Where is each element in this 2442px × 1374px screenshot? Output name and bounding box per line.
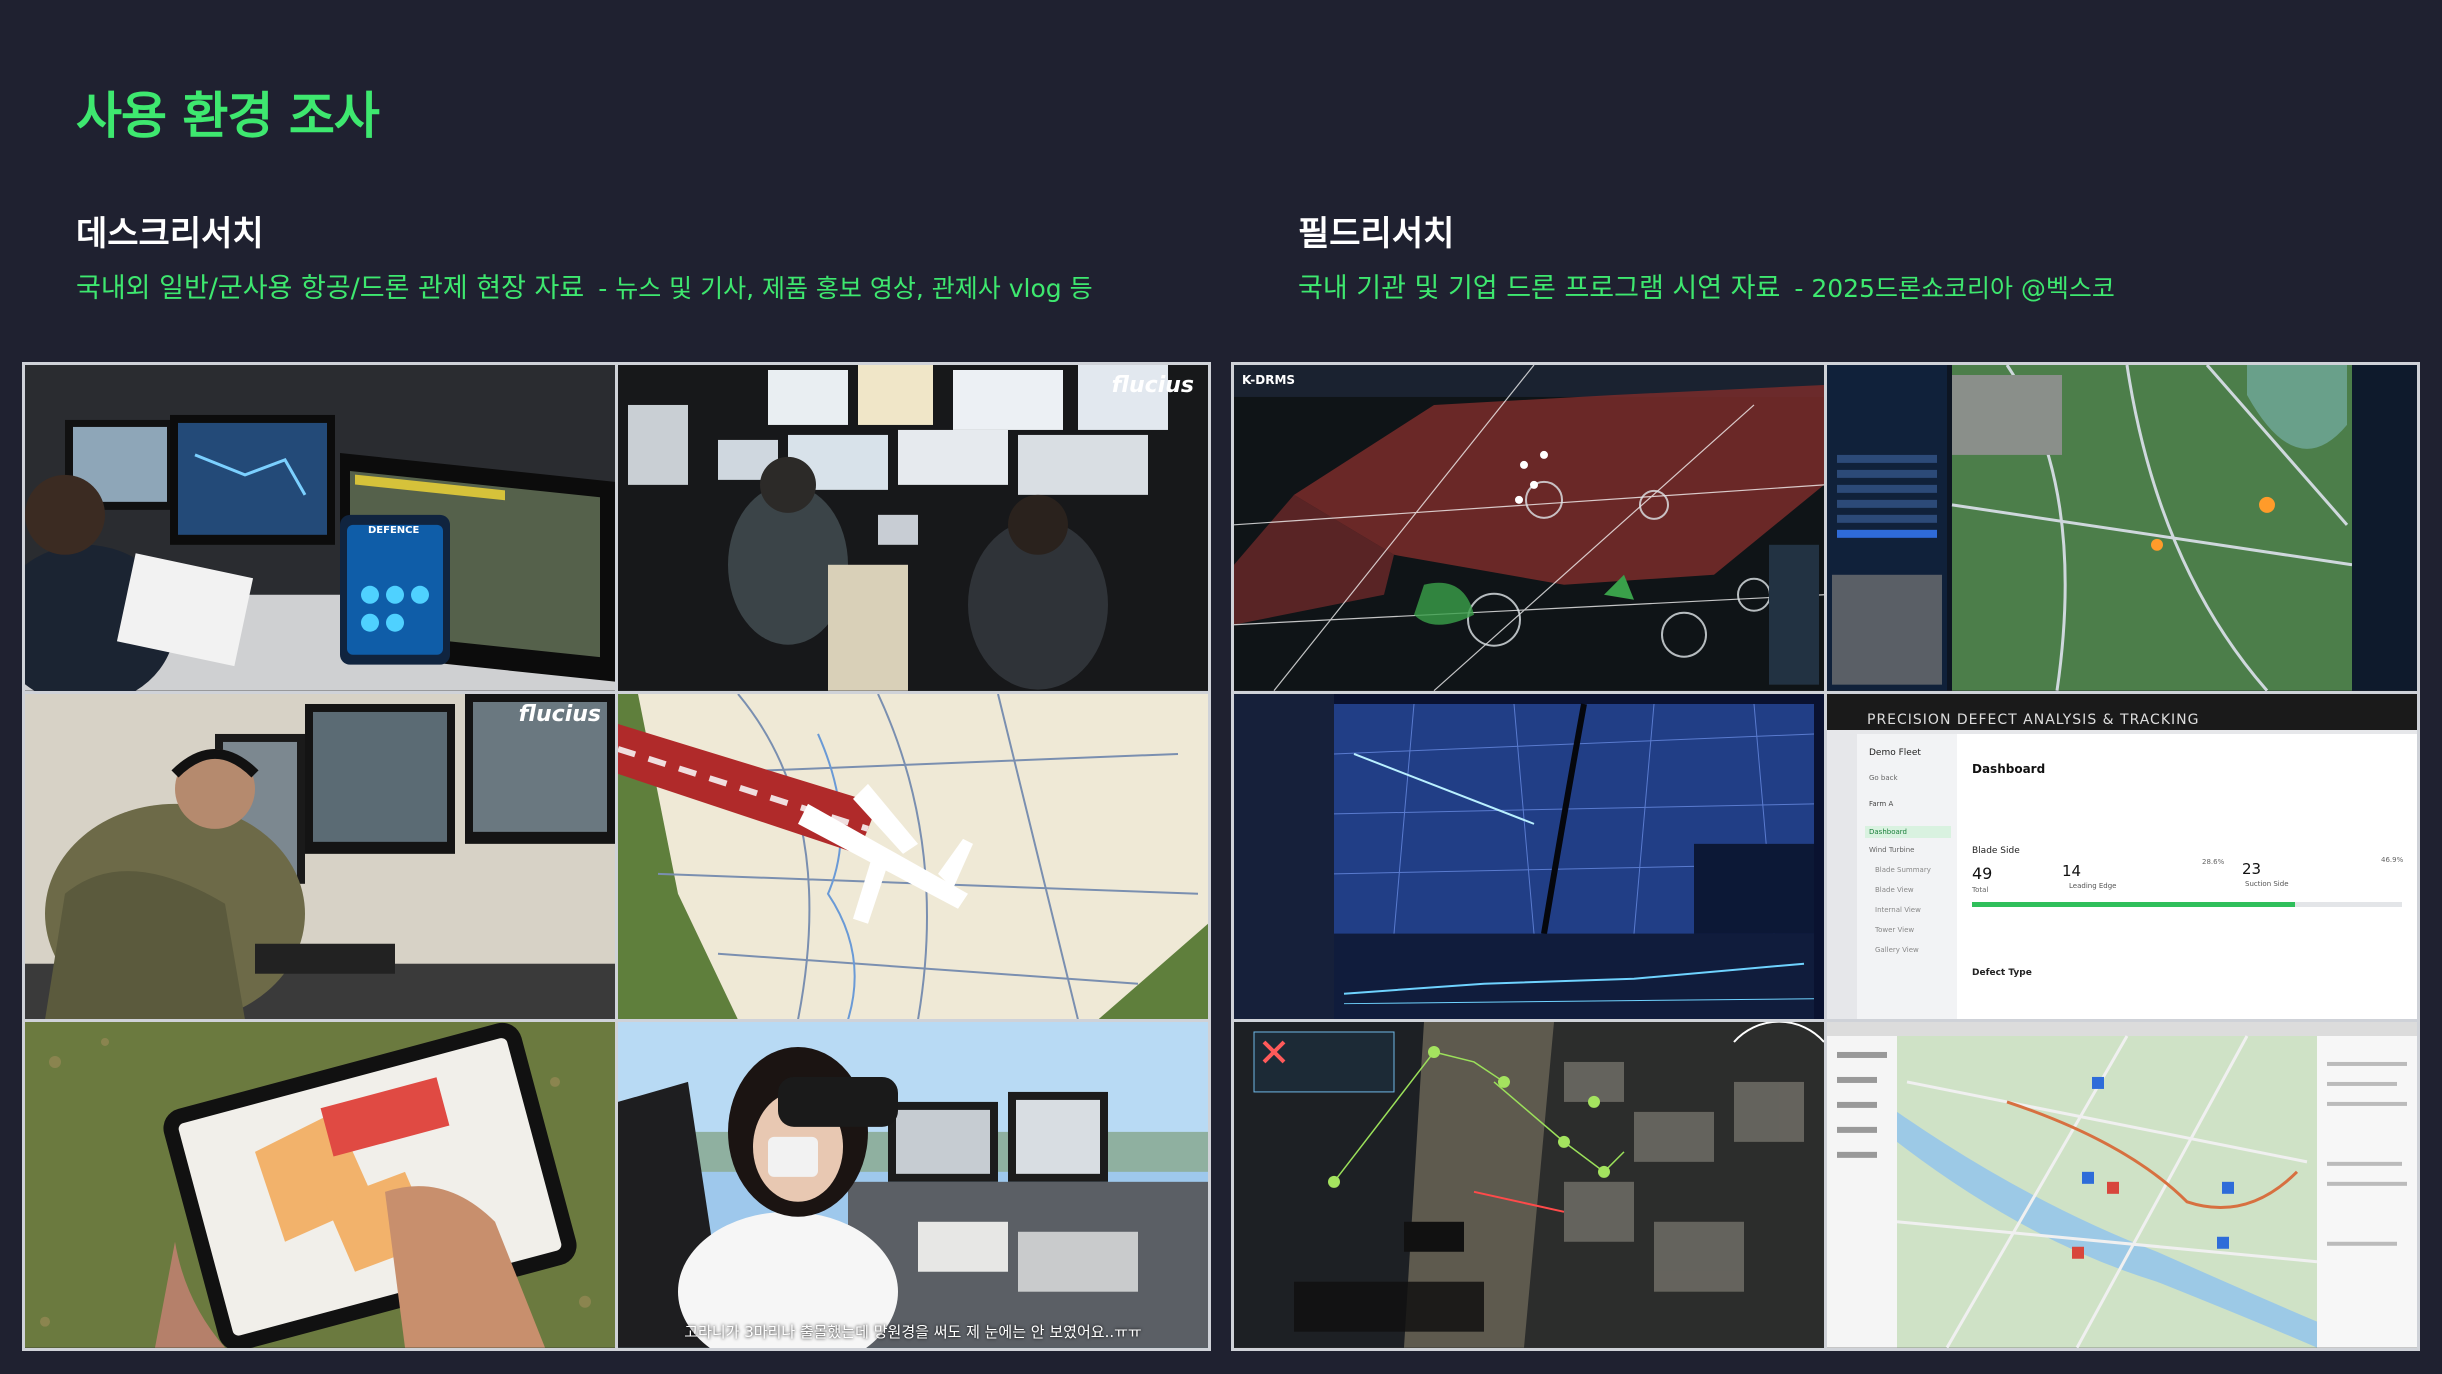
dashboard-sidebar: Demo Fleet Go back Farm A Dashboard Wind…	[1857, 733, 1957, 1020]
kdrms-logo: K-DRMS	[1242, 373, 1296, 387]
desk-research-photo-grid: DEFENCE flucius flucius 고라니가 3마리나 출몰했는데 …	[22, 362, 1211, 1351]
photo-satellite-map-dashboard	[1827, 365, 2417, 691]
desk-research-title: 데스크리서치	[76, 214, 264, 254]
nav-internal-view[interactable]: Internal View	[1875, 906, 1921, 914]
nav-wind-turbine[interactable]: Wind Turbine	[1869, 846, 1914, 854]
total-label: Total	[1972, 885, 1989, 894]
flucius-watermark: flucius	[1111, 373, 1194, 398]
video-subtitle: 고라니가 3마리나 출몰했는데 망원경을 써도 제 눈에는 안 보였어요..ㅠㅠ	[684, 1322, 1142, 1341]
suction-side-value: 23	[2242, 859, 2262, 878]
progress-fill	[1972, 901, 2295, 907]
suction-side-label: Suction Side	[2245, 879, 2289, 888]
desk-research-sub: - 뉴스 및 기사, 제품 홍보 영상, 관제사 vlog 등	[598, 274, 1093, 303]
blade-side-label: Blade Side	[1972, 845, 2020, 856]
leading-edge-label: Leading Edge	[2069, 881, 2117, 890]
page-title: 사용 환경 조사	[76, 87, 380, 145]
photo-kdrms-map-display: K-DRMS	[1234, 365, 1824, 691]
nav-gallery-view[interactable]: Gallery View	[1875, 946, 1919, 954]
photo-tablet-field	[25, 1022, 615, 1348]
nav-farm[interactable]: Farm A	[1869, 800, 1893, 808]
fleet-label: Demo Fleet	[1869, 747, 1921, 758]
photo-tower-controller: 고라니가 3마리나 출몰했는데 망원경을 써도 제 눈에는 안 보였어요..ㅠㅠ	[618, 1022, 1208, 1348]
photo-soldier-operator: flucius	[25, 693, 615, 1020]
dashboard-screen: Demo Fleet Go back Farm A Dashboard Wind…	[1857, 733, 2417, 1020]
photo-defect-dashboard: PRECISION DEFECT ANALYSIS & TRACKING Dem…	[1827, 693, 2417, 1020]
photo-flight-route-map	[618, 693, 1208, 1020]
field-research-desc: 국내 기관 및 기업 드론 프로그램 시연 자료 - 2025드론쇼코리아 @벡스…	[1298, 266, 2115, 305]
nav-tower-view[interactable]: Tower View	[1875, 926, 1914, 934]
pdat-banner: PRECISION DEFECT ANALYSIS & TRACKING	[1867, 711, 2200, 728]
leading-edge-pct: 28.6%	[2202, 857, 2225, 866]
defect-type-label: Defect Type	[1972, 967, 2032, 978]
photo-city-drone-map	[1827, 1022, 2417, 1348]
total-value: 49	[1972, 863, 1993, 883]
progress-track	[1972, 901, 2402, 907]
dashboard-title: Dashboard	[1972, 761, 2046, 776]
suction-side-pct: 46.9%	[2381, 855, 2404, 864]
photo-blue-tactical-map	[1234, 693, 1824, 1020]
nav-blade-view[interactable]: Blade View	[1875, 886, 1914, 894]
field-research-main: 국내 기관 및 기업 드론 프로그램 시연 자료	[1298, 273, 1781, 304]
nav-go-back[interactable]: Go back	[1869, 774, 1898, 782]
nav-dashboard[interactable]: Dashboard	[1865, 825, 1951, 838]
nav-blade-summary[interactable]: Blade Summary	[1875, 866, 1931, 874]
desk-research-main: 국내외 일반/군사용 항공/드론 관제 현장 자료	[76, 273, 585, 304]
flucius-watermark: flucius	[518, 701, 601, 727]
field-research-photo-grid: K-DRMS PRECISION DEFECT ANALYSIS & TRACK…	[1231, 362, 2420, 1351]
field-research-title: 필드리서치	[1298, 214, 1455, 254]
photo-dark-control-room: flucius	[618, 365, 1208, 691]
leading-edge-value: 14	[2062, 861, 2082, 880]
field-research-sub: - 2025드론쇼코리아 @벡스코	[1794, 274, 2115, 303]
desk-research-desc: 국내외 일반/군사용 항공/드론 관제 현장 자료 - 뉴스 및 기사, 제품 홍…	[76, 266, 1093, 305]
photo-control-station-monitors: DEFENCE	[25, 365, 615, 691]
defence-tablet-label: DEFENCE	[368, 525, 420, 536]
photo-aerial-tracking	[1234, 1022, 1824, 1348]
